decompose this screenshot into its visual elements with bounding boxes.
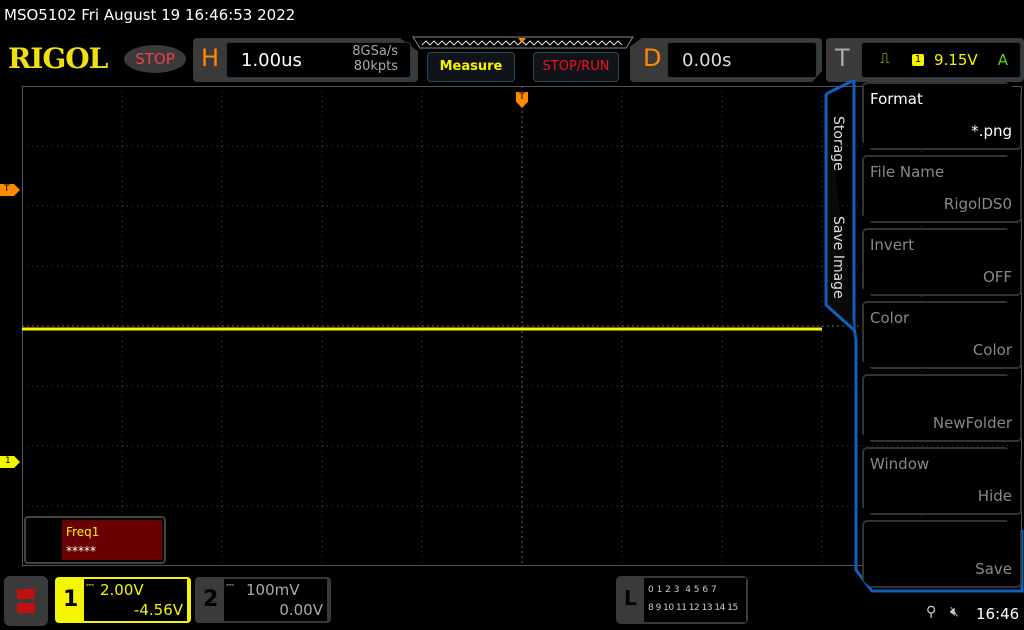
speaker-muted-icon[interactable]: 🔇︎ <box>950 604 959 620</box>
menu-value: *.png <box>971 122 1012 140</box>
measurement-name: Freq1 <box>66 525 100 539</box>
menu-value: NewFolder <box>932 414 1012 432</box>
channel2-scale: 100mV <box>246 581 300 599</box>
measurement-box[interactable]: Freq1 ***** <box>24 516 166 564</box>
menu-item-format[interactable]: Format *.png <box>862 82 1022 150</box>
status-title: MSO5102 Fri August 19 16:46:53 2022 <box>4 6 296 24</box>
channel1-offset-marker[interactable]: 1 <box>0 456 20 468</box>
menu-item-file-name[interactable]: File Name RigolDS0 <box>862 155 1022 223</box>
menu-item-invert[interactable]: Invert OFF <box>862 228 1022 296</box>
menu-value: RigolDS0 <box>943 195 1012 213</box>
menu-value: Save <box>975 560 1012 578</box>
tab-save-image[interactable]: Save Image <box>830 216 846 299</box>
menu-value: OFF <box>982 268 1012 286</box>
usb-icon: ⚲ <box>926 604 937 620</box>
trigger-level-marker[interactable]: T <box>0 184 20 196</box>
channel2-offset: 0.00V <box>279 601 323 619</box>
channel1-scale: 2.00V <box>100 581 144 599</box>
logic-letter: L <box>624 586 637 610</box>
menu-label: Invert <box>870 236 915 254</box>
trigger-source: 1 <box>912 54 924 66</box>
logic-analyzer-box[interactable]: L 0 1 2 3 4 5 6 7 8 9 10 11 12 13 14 15 <box>616 576 748 624</box>
dc-coupling-icon: ⎓ <box>226 580 234 591</box>
storage-menu: Storage Save Image Format *.png File Name… <box>824 80 1024 593</box>
delay-letter: D <box>643 44 662 72</box>
trigger-mode: A <box>997 51 1008 69</box>
logic-channels-row1: 0 1 2 3 4 5 6 7 <box>648 585 717 595</box>
stop-run-button[interactable]: STOP/RUN <box>533 52 619 82</box>
rigol-logo: RIGOL <box>8 42 108 75</box>
delay-display[interactable]: 0.00s <box>667 42 817 78</box>
menu-item-save[interactable]: Save <box>862 520 1022 588</box>
menu-label: Format <box>870 90 923 108</box>
tab-storage[interactable]: Storage <box>830 116 846 171</box>
grid-icon <box>17 589 35 613</box>
channel1-number: 1 <box>63 587 79 612</box>
menu-item-color[interactable]: Color Color <box>862 301 1022 369</box>
channel2-number: 2 <box>203 587 219 612</box>
channel2-box[interactable]: 2 ⎓ 100mV 0.00V <box>195 577 331 623</box>
system-time: 16:46 <box>976 605 1020 623</box>
channel1-offset: -4.56V <box>133 601 183 619</box>
sample-rate: 8GSa/s <box>352 44 398 59</box>
memory-waveform-overview <box>412 36 634 49</box>
delay-value: 0.00s <box>682 50 732 71</box>
home-menu-button[interactable] <box>4 576 48 626</box>
horizontal-letter: H <box>201 44 220 72</box>
timebase-display[interactable]: 1.00us 8GSa/s 80kpts <box>226 42 411 78</box>
channel1-box[interactable]: 1 ⎓ 2.00V -4.56V <box>55 577 191 623</box>
menu-value: Color <box>972 341 1012 359</box>
trigger-letter: T <box>835 44 850 72</box>
run-state-badge: STOP <box>124 45 186 73</box>
measurement-value: ***** <box>66 544 96 558</box>
menu-label: File Name <box>870 163 945 181</box>
timebase-value: 1.00us <box>241 50 302 71</box>
memory-depth: 80kpts <box>353 59 398 74</box>
logic-channels-row2: 8 9 10 11 12 13 14 15 <box>648 603 738 613</box>
menu-item-window[interactable]: Window Hide <box>862 447 1022 515</box>
menu-label: Window <box>870 455 930 473</box>
menu-label: Color <box>870 309 910 327</box>
menu-value: Hide <box>977 487 1012 505</box>
dc-coupling-icon: ⎓ <box>86 580 94 591</box>
menu-item-new-folder[interactable]: NewFolder <box>862 374 1022 442</box>
measure-button[interactable]: Measure <box>427 52 515 82</box>
rising-edge-icon: ⎍ <box>880 51 890 67</box>
trigger-level: 9.15V <box>934 51 978 69</box>
trigger-display[interactable]: ⎍ 1 9.15V A <box>861 42 1021 78</box>
